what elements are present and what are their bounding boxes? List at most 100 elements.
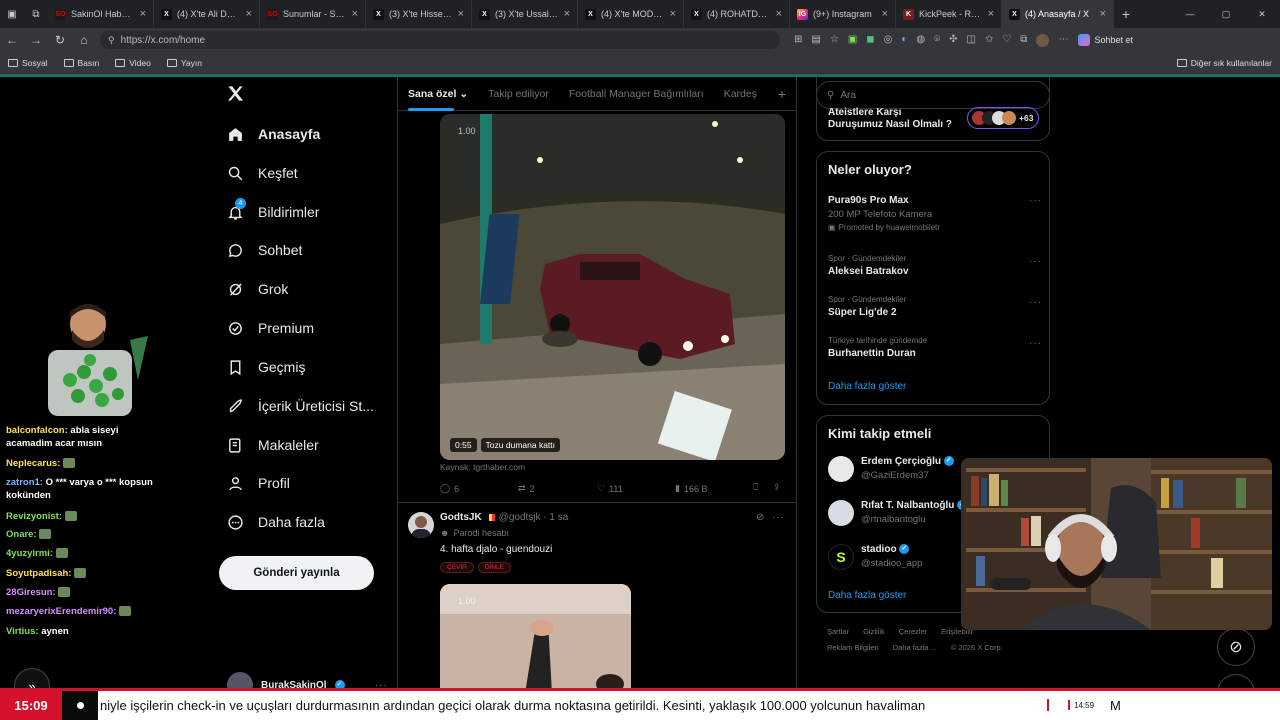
sidebar-item-1[interactable]: Anasayfa: [226, 116, 320, 152]
other-bookmarks[interactable]: Diğer sık kullanılanlar: [1169, 58, 1280, 68]
browser-tab[interactable]: X (4) X'te MOD: ""MEI ×: [578, 0, 684, 28]
sidebar-item-2[interactable]: Keşfet: [226, 155, 298, 191]
who-show-more[interactable]: Daha fazla göster: [828, 590, 906, 601]
trend-item[interactable]: Spor · Gündemdekiler Aleksei Batrakov ··…: [828, 254, 1042, 277]
grok-tweet-icon[interactable]: ⊘: [756, 512, 764, 523]
follow-suggestion[interactable]: S stadioo ✓ @stadioo_app: [828, 544, 922, 570]
bookmark-folder[interactable]: Video: [107, 58, 159, 68]
home-browser-icon[interactable]: ⌂: [72, 33, 96, 47]
extension-icon[interactable]: ◼: [866, 34, 874, 47]
maximize-icon[interactable]: ▢: [1208, 9, 1244, 20]
space-listeners[interactable]: +63: [967, 107, 1039, 129]
browser-tab[interactable]: IG (9+) Instagram ×: [790, 0, 896, 28]
minimize-icon[interactable]: —: [1172, 9, 1208, 19]
feed-tab[interactable]: Takip ediliyor: [478, 88, 559, 100]
tab-close-icon[interactable]: ×: [882, 8, 888, 20]
reader-icon[interactable]: ▤: [811, 34, 820, 47]
puzzle-icon[interactable]: ✣: [949, 34, 957, 47]
feed-tab[interactable]: Football Manager Bağımlıları: [559, 88, 714, 100]
tab-close-icon[interactable]: ×: [670, 8, 676, 20]
collections-icon[interactable]: ⧉: [1020, 34, 1027, 47]
post-button[interactable]: Gönderi yayınla: [219, 556, 374, 590]
views-button[interactable]: ▮ 166 B: [675, 483, 707, 494]
sidebar-item-5[interactable]: Grok: [226, 271, 288, 307]
browser-tab[interactable]: X (4) ROHATDEMIR (@ ×: [684, 0, 790, 28]
browser-tab[interactable]: SO SakinOl Haber Merk ×: [48, 0, 154, 28]
spaces-card[interactable]: Ateistlere Karşı Duruşumuz Nasıl Olmalı …: [816, 77, 1050, 141]
sidebar-item-9[interactable]: Makaleler: [226, 427, 319, 463]
sidebar-item-4[interactable]: Sohbet: [226, 232, 302, 268]
star-icon[interactable]: ☆: [830, 34, 839, 47]
forward-icon[interactable]: →: [24, 33, 48, 47]
tweet-handle[interactable]: @godtsjk · 1 sa: [499, 512, 569, 523]
trends-show-more[interactable]: Daha fazla göster: [828, 381, 906, 392]
trend-more-icon[interactable]: ···: [1029, 256, 1042, 267]
tab-close-icon[interactable]: ×: [458, 8, 464, 20]
tab-close-icon[interactable]: ×: [988, 8, 994, 20]
favorites-icon[interactable]: ✩: [985, 34, 993, 47]
tweet-video[interactable]: 1.00: [440, 584, 631, 694]
tab-close-icon[interactable]: ×: [140, 8, 146, 20]
more-icon[interactable]: ⋯: [1058, 34, 1068, 47]
tab-close-icon[interactable]: ×: [352, 8, 358, 20]
back-icon[interactable]: ←: [0, 33, 24, 47]
browser-tab[interactable]: SO Sunumlar - SakinOl ×: [260, 0, 366, 28]
browser-tab[interactable]: X (4) Anasayfa / X ×: [1002, 0, 1114, 28]
window-close-icon[interactable]: ✕: [1244, 9, 1280, 20]
grok-float-button[interactable]: ⊘: [1217, 628, 1255, 666]
tab-close-icon[interactable]: ×: [776, 8, 782, 20]
follow-suggestion[interactable]: Erdem Çerçioğlu ✓ @GaziErdem37: [828, 456, 954, 482]
listen-pill[interactable]: DİNLE: [477, 562, 512, 573]
tweet-avatar[interactable]: [408, 512, 434, 538]
share-button[interactable]: ⇪: [773, 482, 781, 493]
trend-more-icon[interactable]: ···: [1029, 297, 1042, 308]
extension-icon[interactable]: ▣: [848, 34, 857, 47]
trend-item[interactable]: Spor · Gündemdekiler Süper Lig'de 2 ···: [828, 295, 1042, 318]
reload-icon[interactable]: ↻: [48, 33, 72, 47]
add-tab-icon[interactable]: +: [768, 86, 796, 102]
follow-suggestion[interactable]: Rıfat T. Nalbantoğlu ✓ @rtnalbantoglu: [828, 500, 968, 526]
feed-tab[interactable]: Kardeş: [714, 88, 767, 100]
tab-actions-icon[interactable]: ⧉: [24, 9, 48, 20]
bookmark-button[interactable]: ⎕: [753, 482, 758, 493]
extension-icon[interactable]: ◍: [916, 34, 925, 47]
sidebar-item-7[interactable]: Geçmiş: [226, 349, 305, 385]
footer-link[interactable]: Daha fazla ...: [893, 643, 937, 652]
copilot-button[interactable]: Sohbet et: [1078, 34, 1133, 46]
browser-menu-icon[interactable]: ▣: [0, 9, 24, 20]
footer-link[interactable]: Şartlar: [827, 627, 849, 636]
tweet-video[interactable]: 1.00 0:55 Tozu dumana kattı: [440, 114, 785, 460]
tweet-more-icon[interactable]: ···: [772, 512, 785, 523]
browser-tab[interactable]: X (3) X'te Ussal Sahbal ×: [472, 0, 578, 28]
sidebar-item-6[interactable]: Premium: [226, 310, 314, 346]
bookmark-folder[interactable]: Yayın: [159, 58, 210, 68]
app-icon[interactable]: ⊞: [794, 34, 802, 47]
footer-link[interactable]: Reklam Bilgileri: [827, 643, 879, 652]
browser-tab[interactable]: X (3) X'te Hisse Parafe ×: [366, 0, 472, 28]
sidebar-item-8[interactable]: İçerik Üreticisi St...: [226, 388, 374, 424]
new-tab-icon[interactable]: +: [1114, 6, 1138, 22]
retweet-button[interactable]: ⇄ 2: [518, 483, 535, 494]
browser-tab[interactable]: X (4) X'te Ali Deniz Ça ×: [154, 0, 260, 28]
translate-pill[interactable]: ÇEVİR: [440, 562, 474, 573]
bookmark-folder[interactable]: Sosyal: [0, 58, 56, 68]
tweet-author-name[interactable]: GodtsJK: [440, 512, 482, 523]
footer-link[interactable]: Gizlilik: [863, 627, 885, 636]
sidebar-item-3[interactable]: 4 Bildirimler: [226, 194, 319, 230]
feed-tab[interactable]: Sana özel ⌄: [398, 88, 478, 100]
tab-close-icon[interactable]: ×: [246, 8, 252, 20]
sidebar-item-11[interactable]: Daha fazla: [226, 504, 325, 540]
heart-icon[interactable]: ♡: [1002, 34, 1011, 47]
trend-more-icon[interactable]: ···: [1029, 195, 1042, 206]
profile-avatar-icon[interactable]: [1036, 33, 1050, 47]
extension-icon[interactable]: ◐: [901, 34, 907, 47]
tab-close-icon[interactable]: ×: [564, 8, 570, 20]
bookmark-folder[interactable]: Basın: [56, 58, 108, 68]
reply-button[interactable]: ◯ 6: [440, 483, 459, 494]
trend-item[interactable]: Türkiye tarihinde gündemde Burhanettin D…: [828, 336, 1042, 359]
browser-tab[interactable]: K KickPeek - Real-tim ×: [896, 0, 1002, 28]
extension-icon[interactable]: ⌾: [934, 34, 940, 47]
trend-more-icon[interactable]: ···: [1029, 338, 1042, 349]
tweet-source[interactable]: Kaynak: tgrthaber.com: [440, 462, 525, 472]
url-field[interactable]: ⚲ https://x.com/home: [100, 31, 780, 49]
